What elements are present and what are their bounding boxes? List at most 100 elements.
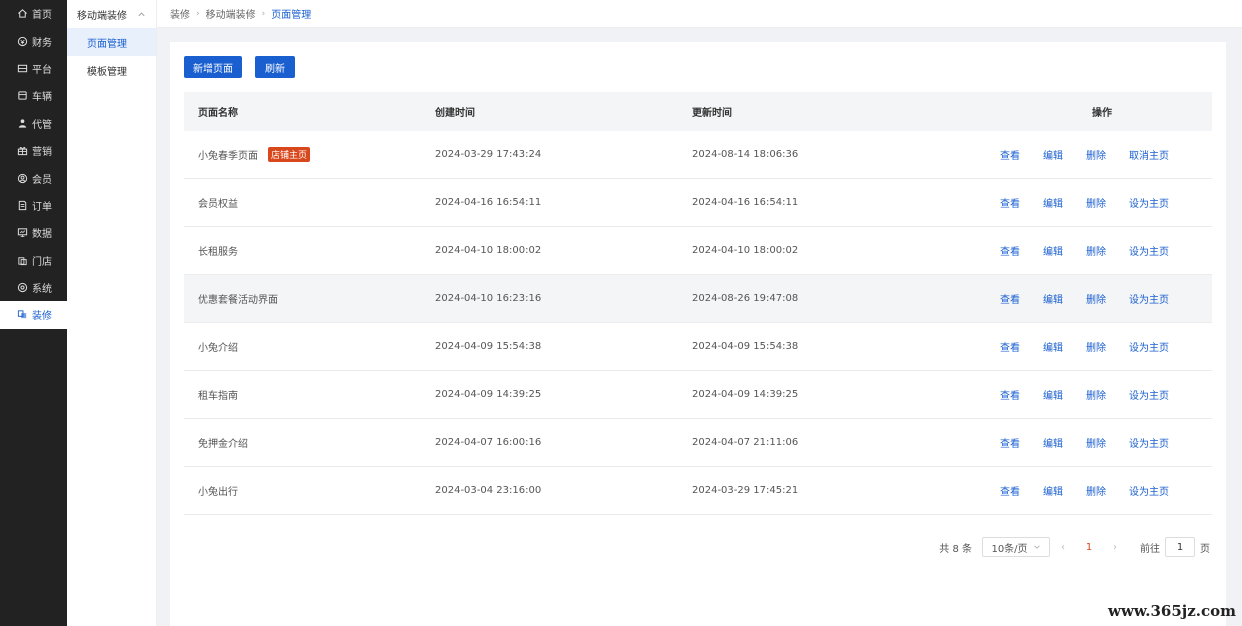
- cell-updated: 2024-08-26 19:47:08: [692, 293, 799, 304]
- table-row: 长租服务 2024-04-10 18:00:02 2024-04-10 18:00:…: [184, 227, 1212, 275]
- nav-item-monitor[interactable]: 数据: [0, 219, 67, 246]
- page-size-select[interactable]: 10条/页: [982, 537, 1050, 557]
- cell-created: 2024-04-07 16:00:16: [435, 437, 542, 448]
- cell-created: 2024-04-09 14:39:25: [435, 389, 542, 400]
- table-row: 优惠套餐活动界面 2024-04-10 16:23:16 2024-08-26 19…: [184, 275, 1212, 323]
- watermark: www.365jz.com: [1108, 602, 1236, 620]
- edit-link[interactable]: 编辑: [1043, 435, 1063, 450]
- page-name: 优惠套餐活动界面: [198, 295, 278, 306]
- set-home-link[interactable]: 设为主页: [1129, 435, 1169, 450]
- breadcrumb-item-mobile-decor[interactable]: 移动端装修: [206, 6, 256, 21]
- cell-updated: 2024-04-09 15:54:38: [692, 341, 799, 352]
- view-link[interactable]: 查看: [1000, 195, 1020, 210]
- edit-link[interactable]: 编辑: [1043, 291, 1063, 306]
- nav-item-vehicle[interactable]: 车辆: [0, 82, 67, 109]
- jump-page-input[interactable]: [1165, 537, 1195, 557]
- next-page-button[interactable]: ›: [1102, 542, 1128, 553]
- set-home-link[interactable]: 设为主页: [1129, 291, 1169, 306]
- view-link[interactable]: 查看: [1000, 243, 1020, 258]
- refresh-button[interactable]: 刷新: [255, 56, 295, 78]
- page-number-current[interactable]: 1: [1076, 542, 1102, 553]
- delete-link[interactable]: 删除: [1086, 291, 1106, 306]
- cell-updated: 2024-04-07 21:11:06: [692, 437, 799, 448]
- nav-item-decor[interactable]: 装修: [0, 301, 67, 329]
- cell-updated: 2024-04-09 14:39:25: [692, 389, 799, 400]
- cell-updated: 2024-04-16 16:54:11: [692, 197, 799, 208]
- nav-item-label: 数据: [32, 229, 52, 241]
- nav-item-label: 系统: [32, 284, 52, 296]
- set-home-link[interactable]: 取消主页: [1129, 147, 1169, 162]
- nav-item-home[interactable]: 首页: [0, 0, 67, 27]
- delete-link[interactable]: 删除: [1086, 387, 1106, 402]
- header-name: 页面名称: [198, 108, 238, 119]
- nav-item-gift[interactable]: 营销: [0, 137, 67, 164]
- agent-icon: [17, 118, 28, 129]
- secondary-menu: 移动端装修 页面管理 模板管理: [67, 0, 157, 626]
- page-name: 长租服务: [198, 247, 238, 258]
- nav-item-store[interactable]: 门店: [0, 247, 67, 274]
- jump-prefix: 前往: [1140, 543, 1160, 555]
- nav-item-order[interactable]: 订单: [0, 192, 67, 219]
- edit-link[interactable]: 编辑: [1043, 339, 1063, 354]
- delete-link[interactable]: 删除: [1086, 339, 1106, 354]
- header-updated: 更新时间: [692, 108, 732, 119]
- cell-updated: 2024-03-29 17:45:21: [692, 485, 799, 496]
- nav-item-label: 订单: [32, 201, 52, 213]
- member-icon: [17, 173, 28, 184]
- nav-item-platform[interactable]: 平台: [0, 55, 67, 82]
- table-row: 免押金介绍 2024-04-07 16:00:16 2024-04-07 21:11…: [184, 419, 1212, 467]
- delete-link[interactable]: 删除: [1086, 195, 1106, 210]
- cell-name: 小兔出行: [184, 483, 435, 498]
- nav-item-label: 首页: [32, 10, 52, 22]
- view-link[interactable]: 查看: [1000, 291, 1020, 306]
- cell-name: 小兔春季页面 店铺主页: [184, 147, 435, 162]
- nav-item-label: 代管: [32, 119, 52, 131]
- page-name: 租车指南: [198, 391, 238, 402]
- nav-item-label: 装修: [32, 311, 52, 323]
- cell-name: 免押金介绍: [184, 435, 435, 450]
- view-link[interactable]: 查看: [1000, 435, 1020, 450]
- set-home-link[interactable]: 设为主页: [1129, 195, 1169, 210]
- cell-created: 2024-04-10 18:00:02: [435, 245, 542, 256]
- nav-item-agent[interactable]: 代管: [0, 110, 67, 137]
- nav-item-label: 平台: [32, 64, 52, 76]
- pagination: 共 8 条 10条/页 ‹ 1 › 前往 页: [939, 537, 1210, 557]
- order-icon: [17, 200, 28, 211]
- home-badge: 店铺主页: [268, 147, 311, 162]
- view-link[interactable]: 查看: [1000, 339, 1020, 354]
- view-link[interactable]: 查看: [1000, 483, 1020, 498]
- cell-ops: 查看 编辑 删除 设为主页: [972, 483, 1212, 498]
- submenu-item-template-management[interactable]: 模板管理: [67, 56, 156, 84]
- cell-ops: 查看 编辑 删除 设为主页: [972, 387, 1212, 402]
- edit-link[interactable]: 编辑: [1043, 147, 1063, 162]
- delete-link[interactable]: 删除: [1086, 435, 1106, 450]
- set-home-link[interactable]: 设为主页: [1129, 339, 1169, 354]
- edit-link[interactable]: 编辑: [1043, 387, 1063, 402]
- add-page-button[interactable]: 新增页面: [184, 56, 242, 78]
- view-link[interactable]: 查看: [1000, 387, 1020, 402]
- delete-link[interactable]: 删除: [1086, 243, 1106, 258]
- submenu-group-mobile-decor[interactable]: 移动端装修: [67, 0, 156, 28]
- cell-name: 会员权益: [184, 195, 435, 210]
- edit-link[interactable]: 编辑: [1043, 195, 1063, 210]
- set-home-link[interactable]: 设为主页: [1129, 387, 1169, 402]
- delete-link[interactable]: 删除: [1086, 147, 1106, 162]
- jump-suffix: 页: [1200, 543, 1210, 555]
- settings-icon: [17, 282, 28, 293]
- cell-ops: 查看 编辑 删除 设为主页: [972, 291, 1212, 306]
- edit-link[interactable]: 编辑: [1043, 483, 1063, 498]
- set-home-link[interactable]: 设为主页: [1129, 483, 1169, 498]
- nav-item-member[interactable]: 会员: [0, 164, 67, 191]
- nav-item-settings[interactable]: 系统: [0, 274, 67, 301]
- header-created: 创建时间: [435, 108, 475, 119]
- breadcrumb-item-decor[interactable]: 装修: [170, 6, 190, 21]
- delete-link[interactable]: 删除: [1086, 483, 1106, 498]
- cell-created: 2024-03-29 17:43:24: [435, 149, 542, 160]
- set-home-link[interactable]: 设为主页: [1129, 243, 1169, 258]
- prev-page-button[interactable]: ‹: [1050, 542, 1076, 553]
- submenu-item-page-management[interactable]: 页面管理: [67, 28, 156, 56]
- nav-item-finance[interactable]: 财务: [0, 27, 67, 54]
- content-card: 新增页面 刷新 页面名称 创建时间 更新时间 操作 小兔春季页面 店铺主页 2024…: [170, 42, 1226, 626]
- view-link[interactable]: 查看: [1000, 147, 1020, 162]
- edit-link[interactable]: 编辑: [1043, 243, 1063, 258]
